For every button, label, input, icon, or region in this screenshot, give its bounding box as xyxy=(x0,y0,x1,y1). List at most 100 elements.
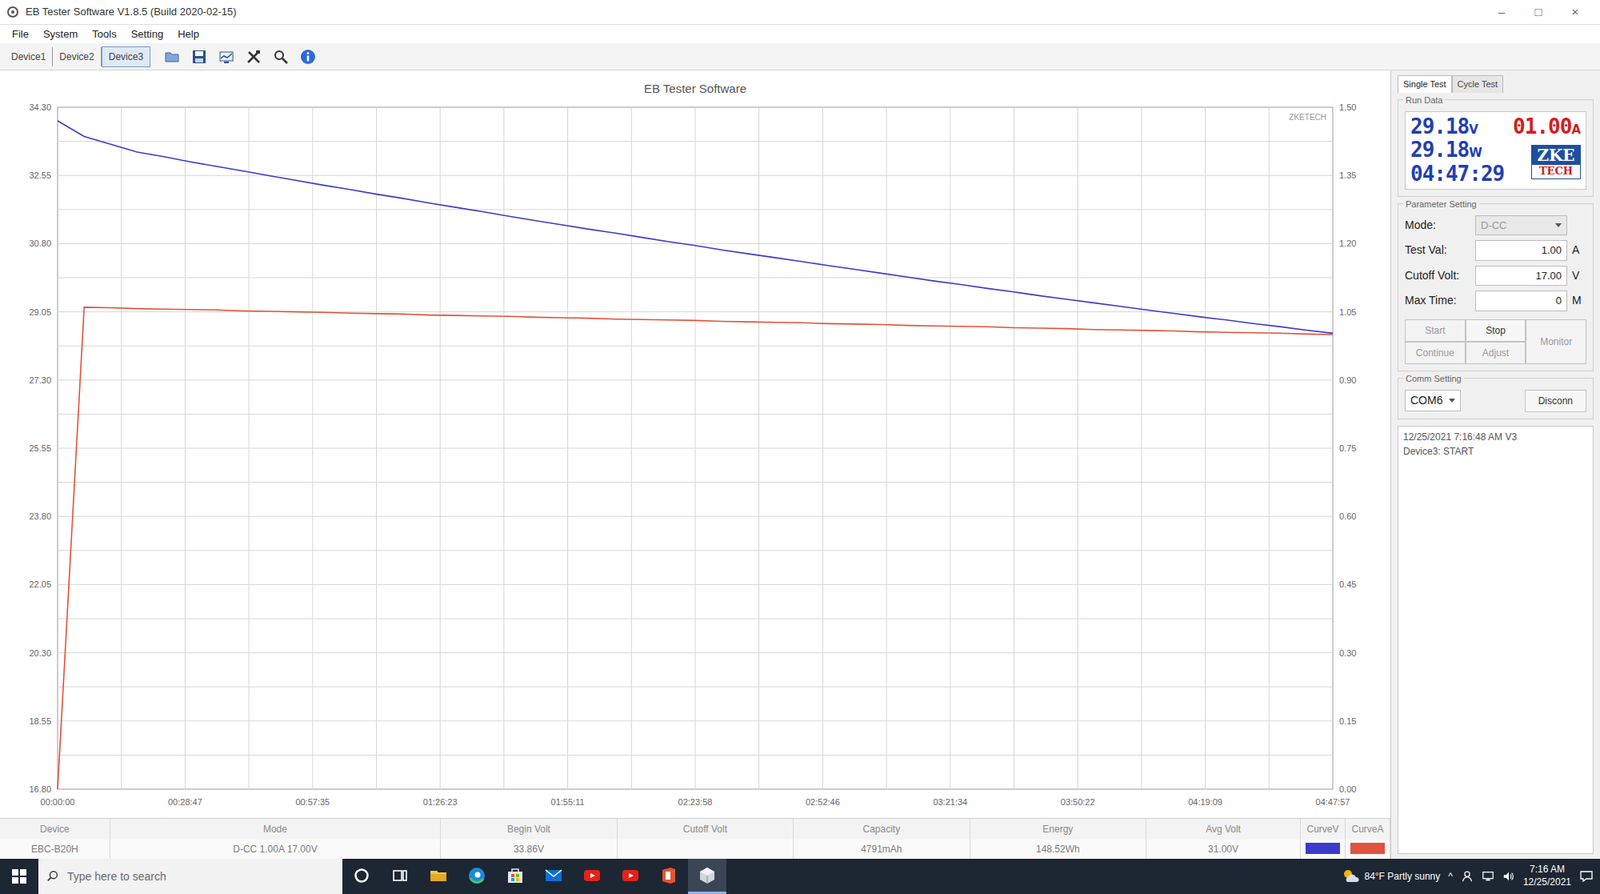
search-input[interactable] xyxy=(65,867,335,886)
panel-tab[interactable]: Cycle Test xyxy=(1452,75,1504,93)
save-icon xyxy=(191,48,208,65)
info-button[interactable] xyxy=(296,45,320,68)
title-bar: EB Tester Software V1.8.5 (Build 2020-02… xyxy=(0,0,1600,25)
volume-tray[interactable] xyxy=(1502,869,1516,883)
system-tray: 84°F Partly sunny ^ 7:16 AM12/25/2021 xyxy=(1335,858,1600,894)
run-data-row: 29.18W04:47:29ZKETECH xyxy=(1410,138,1581,185)
port-value: COM6 xyxy=(1410,392,1443,409)
toolbar: Device1Device2Device3 xyxy=(0,43,1600,71)
curve-swatch[interactable] xyxy=(1305,842,1340,854)
menu-item[interactable]: Tools xyxy=(84,24,124,44)
clock[interactable]: 7:16 AM12/25/2021 xyxy=(1523,863,1572,888)
column-header: Capacity xyxy=(793,818,970,840)
device-tab[interactable]: Device2 xyxy=(52,47,101,67)
y-axis-tick: 29.05 xyxy=(28,307,52,317)
log-line: Device3: START xyxy=(1403,444,1588,459)
open-button[interactable] xyxy=(160,45,184,68)
table-row[interactable]: EBC-B20HD-CC 1.00A 17.00V33.86V4791mAh14… xyxy=(0,839,1391,859)
weather-icon xyxy=(1341,868,1361,884)
control-panel: Single TestCycle Test Run Data 29.18 V 01.00… xyxy=(1390,70,1600,859)
current-reading: 01.00A xyxy=(1512,115,1581,140)
y-axis-tick: 23.80 xyxy=(28,512,52,522)
power-value: 29.18 xyxy=(1410,137,1469,162)
network-icon xyxy=(1481,869,1495,883)
windows-logo-icon xyxy=(12,868,27,884)
chart-icon xyxy=(218,48,235,65)
parameter-input[interactable] xyxy=(1475,265,1568,287)
clock-time: 7:16 AM xyxy=(1523,863,1572,876)
disconnect-button[interactable]: Disconn xyxy=(1524,389,1587,412)
menu-bar: FileSystemToolsSettingHelp xyxy=(0,24,1600,44)
menu-item[interactable]: Help xyxy=(170,24,207,44)
parameter-input[interactable] xyxy=(1475,290,1568,312)
close-button[interactable]: × xyxy=(1556,0,1594,24)
window-title: EB Tester Software V1.8.5 (Build 2020-02… xyxy=(25,4,237,20)
y-axis-tick: 27.30 xyxy=(28,375,52,385)
chart-button[interactable] xyxy=(214,45,239,68)
group-title: Run Data xyxy=(1403,93,1445,108)
y-axis-tick: 25.55 xyxy=(28,443,52,453)
monitor-button[interactable]: Monitor xyxy=(1525,319,1587,364)
minimize-button[interactable]: – xyxy=(1483,0,1520,24)
office-icon xyxy=(659,865,679,885)
taskbar-app[interactable] xyxy=(611,858,650,894)
y-axis-tick: 0.00 xyxy=(1339,784,1356,794)
explorer-icon xyxy=(428,865,448,885)
stop-button[interactable]: Stop xyxy=(1465,319,1527,342)
y-axis-tick: 0.30 xyxy=(1339,648,1356,658)
y-axis-tick: 0.45 xyxy=(1339,580,1356,590)
y-axis-tick: 0.90 xyxy=(1339,375,1356,385)
tray-expand[interactable]: ^ xyxy=(1448,868,1453,884)
network-tray[interactable] xyxy=(1481,869,1495,883)
x-axis-tick: 00:28:47 xyxy=(168,796,203,807)
parameter-input[interactable] xyxy=(1475,240,1568,261)
group-title: Parameter Setting xyxy=(1403,197,1480,212)
tools-button[interactable] xyxy=(241,45,266,68)
device-tab[interactable]: Device1 xyxy=(4,47,53,67)
maximize-button[interactable]: □ xyxy=(1520,0,1557,24)
search-button[interactable] xyxy=(268,45,293,68)
taskbar-app[interactable] xyxy=(342,858,381,894)
save-button[interactable] xyxy=(187,45,212,68)
x-axis-tick: 00:57:35 xyxy=(295,796,330,807)
taskbar-app[interactable] xyxy=(419,858,458,894)
start-button[interactable]: Start xyxy=(1404,319,1466,342)
device-tab[interactable]: Device3 xyxy=(101,46,151,68)
y-axis-tick: 0.75 xyxy=(1339,443,1356,453)
grid-line xyxy=(57,686,1333,688)
taskbar-app[interactable] xyxy=(688,858,727,894)
port-select[interactable]: COM6 xyxy=(1404,389,1461,412)
field-unit: V xyxy=(1572,267,1587,284)
voltage-line xyxy=(57,120,1333,333)
taskbar-app[interactable] xyxy=(380,858,420,894)
x-axis-tick: 01:55:11 xyxy=(551,796,585,807)
start-button[interactable] xyxy=(0,858,39,894)
table-cell xyxy=(617,839,794,859)
dropdown-arrow-icon xyxy=(1555,223,1562,228)
people-tray[interactable] xyxy=(1460,869,1474,883)
x-axis-tick: 03:50:22 xyxy=(1060,796,1096,807)
panel-tab[interactable]: Single Test xyxy=(1397,75,1452,93)
menu-item[interactable]: File xyxy=(4,24,36,44)
taskbar-app[interactable] xyxy=(457,858,496,894)
y-axis-tick: 1.20 xyxy=(1339,239,1356,249)
x-axis-tick: 04:47:57 xyxy=(1316,796,1351,807)
logo-text: ZKE xyxy=(1532,145,1580,165)
info-icon xyxy=(300,48,316,65)
window-controls: –□× xyxy=(1483,0,1594,24)
table-cell: 148.52Wh xyxy=(970,839,1147,859)
menu-item[interactable]: Setting xyxy=(124,24,171,44)
curve-swatch[interactable] xyxy=(1350,842,1385,854)
taskbar-app[interactable] xyxy=(496,858,535,894)
continue-button[interactable]: Continue xyxy=(1404,341,1466,364)
weather-widget[interactable]: 84°F Partly sunny xyxy=(1341,868,1440,884)
taskbar-app[interactable] xyxy=(572,858,612,894)
field-unit: M xyxy=(1572,292,1587,309)
taskbar-app[interactable] xyxy=(534,858,573,894)
search-box[interactable] xyxy=(38,858,343,894)
power-unit: W xyxy=(1468,145,1483,160)
event-log: 12/25/2021 7:16:48 AM V3Device3: START xyxy=(1397,425,1594,854)
taskbar-app[interactable] xyxy=(649,858,688,894)
menu-item[interactable]: System xyxy=(36,24,85,44)
adjust-button[interactable]: Adjust xyxy=(1465,341,1527,364)
